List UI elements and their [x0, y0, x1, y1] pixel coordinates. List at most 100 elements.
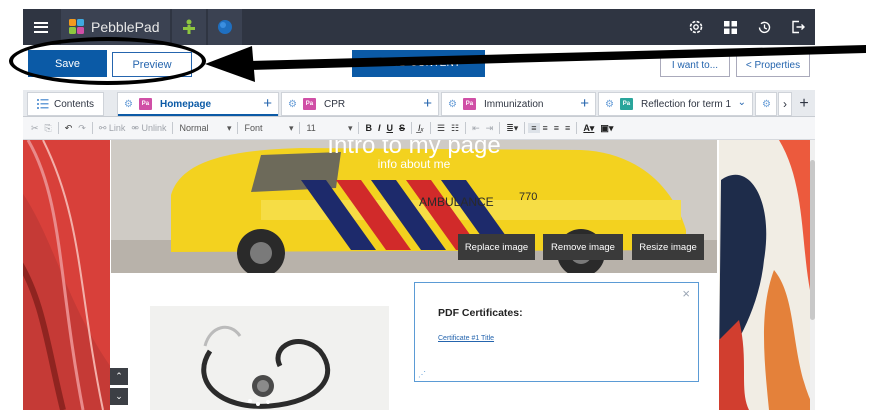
pebblepad-logo-icon	[69, 19, 84, 34]
scrollbar-thumb[interactable]	[810, 160, 815, 320]
chevron-down-icon: ▾	[347, 122, 353, 133]
link-button[interactable]: ⚯ Link	[96, 123, 129, 134]
tab-cpr[interactable]: ⚙ Pa CPR +	[281, 92, 439, 116]
gear-icon[interactable]: ⚙	[448, 99, 457, 110]
chevron-down-icon: ▾	[288, 122, 294, 133]
atlas-button[interactable]	[171, 9, 206, 45]
replace-image-button[interactable]: Replace image	[458, 234, 535, 260]
toolbar-separator	[91, 122, 93, 134]
certificate-link[interactable]: Certificate #1 Title	[438, 335, 494, 342]
gear-icon[interactable]: ⚙	[124, 99, 133, 110]
text-block-heading[interactable]: PDF Certificates:	[438, 307, 523, 319]
add-page-button[interactable]: +	[423, 96, 432, 112]
tab-overflow[interactable]: ⚙	[755, 92, 777, 116]
page-type-badge: Pa	[138, 98, 152, 110]
add-page-button[interactable]: +	[263, 96, 272, 112]
toolbar-separator	[576, 122, 578, 134]
top-right-controls	[679, 9, 815, 45]
font-size-value: 11	[306, 123, 316, 133]
page-tab-bar: Contents ⚙ Pa Homepage + ⚙ Pa CPR + ⚙ Pa…	[23, 90, 815, 117]
remove-image-button[interactable]: Remove image	[543, 234, 623, 260]
italic-icon[interactable]: I	[375, 123, 384, 133]
ambulance-number: 770	[519, 191, 537, 203]
exit-icon	[792, 20, 805, 34]
align-center-icon[interactable]: ≡	[540, 123, 551, 133]
add-page-button[interactable]: +	[580, 96, 589, 112]
resize-handle-icon[interactable]: ⋰	[418, 370, 426, 379]
settings-button[interactable]	[679, 9, 713, 45]
tab-immunization[interactable]: ⚙ Pa Immunization +	[441, 92, 596, 116]
gear-icon[interactable]: ⚙	[762, 99, 771, 110]
list-icon	[37, 99, 49, 109]
text-block[interactable]: × PDF Certificates: Certificate #1 Title…	[414, 282, 699, 382]
chevron-down-icon: ▾	[226, 122, 232, 133]
properties-button[interactable]: < Properties	[736, 53, 810, 77]
resize-image-button[interactable]: Resize image	[632, 234, 704, 260]
unlink-icon: ⚮	[131, 122, 142, 133]
globe-icon	[217, 20, 232, 34]
close-icon[interactable]: ×	[682, 286, 690, 301]
redo-icon[interactable]: ↷	[75, 123, 89, 134]
background-color-icon[interactable]: ▣▾	[597, 123, 616, 134]
gear-icon	[689, 20, 703, 34]
line-spacing-icon[interactable]: ≣▾	[503, 123, 521, 134]
move-down-button[interactable]: ⌄	[110, 388, 128, 405]
unlink-button[interactable]: ⚮ Unlink	[128, 123, 169, 134]
align-left-icon[interactable]: ≡	[528, 123, 540, 133]
add-content-button[interactable]: + ADD CONTENT	[352, 50, 485, 77]
outdent-icon[interactable]: ⇤	[469, 123, 483, 134]
profile-button[interactable]	[207, 9, 242, 45]
toolbar-separator	[465, 122, 467, 134]
annotation-ellipse	[9, 37, 206, 85]
format-value: Normal	[179, 123, 209, 133]
font-select[interactable]: Font ▾	[241, 123, 296, 134]
format-select[interactable]: Normal ▾	[176, 123, 234, 134]
undo-icon[interactable]: ↶	[62, 123, 76, 134]
abstract-art-image	[23, 140, 110, 410]
align-right-icon[interactable]: ≡	[551, 123, 562, 133]
indent-icon[interactable]: ⇥	[483, 123, 497, 134]
remove-format-icon[interactable]: I̲ₓ	[415, 123, 427, 133]
tab-contents[interactable]: Contents	[27, 92, 104, 116]
stethoscope-illustration	[150, 306, 389, 410]
move-up-button[interactable]: ⌃	[110, 368, 128, 385]
person-plus-icon	[182, 19, 195, 34]
right-decorative-panel	[719, 140, 815, 410]
hero-subtitle[interactable]: info about me	[111, 157, 717, 171]
history-button[interactable]	[747, 9, 781, 45]
add-tab-button[interactable]: +	[794, 92, 814, 116]
font-size-select[interactable]: 11 ▾	[303, 123, 355, 134]
numbered-list-icon[interactable]: ☰	[434, 123, 448, 134]
hero-banner[interactable]: AMBULANCE 770 Intro to my page info abou…	[111, 140, 717, 273]
menu-button[interactable]	[23, 9, 59, 45]
left-decorative-panel	[23, 140, 110, 410]
gear-icon[interactable]: ⚙	[605, 99, 614, 110]
chevron-down-icon: ⌄	[115, 391, 123, 401]
cut-icon[interactable]: ✂	[28, 123, 42, 134]
strikethrough-icon[interactable]: S	[396, 123, 408, 133]
bullet-list-icon[interactable]: ☷	[448, 123, 462, 134]
tab-homepage[interactable]: ⚙ Pa Homepage +	[117, 92, 279, 116]
underline-icon[interactable]: U	[383, 123, 396, 133]
i-want-to-button[interactable]: I want to...	[660, 53, 730, 77]
hamburger-icon	[34, 21, 48, 33]
tabs-scroll-right-button[interactable]: ›	[778, 92, 792, 116]
tab-reflection-for-term-1[interactable]: ⚙ Pa Reflection for term 1 ⌄	[598, 92, 753, 116]
toolbar-separator	[411, 122, 412, 134]
bold-icon[interactable]: B	[362, 123, 375, 133]
app-window: PebblePad Save Preview + ADD CONTENT I w…	[0, 0, 872, 410]
active-tab-indicator	[118, 114, 278, 116]
toolbar-separator	[237, 122, 239, 134]
stethoscope-image[interactable]	[150, 306, 389, 410]
gear-icon[interactable]: ⚙	[288, 99, 297, 110]
vertical-scrollbar[interactable]	[810, 140, 815, 410]
text-color-icon[interactable]: A▾	[580, 123, 597, 134]
exit-button[interactable]	[781, 9, 815, 45]
ambulance-text: AMBULANCE	[419, 195, 494, 209]
chevron-down-icon[interactable]: ⌄	[738, 97, 746, 108]
toolbar-separator	[358, 122, 360, 134]
copy-icon[interactable]: ⎘	[42, 123, 55, 134]
align-justify-icon[interactable]: ≡	[562, 123, 573, 133]
toolbar-separator	[524, 122, 526, 134]
apps-button[interactable]	[713, 9, 747, 45]
